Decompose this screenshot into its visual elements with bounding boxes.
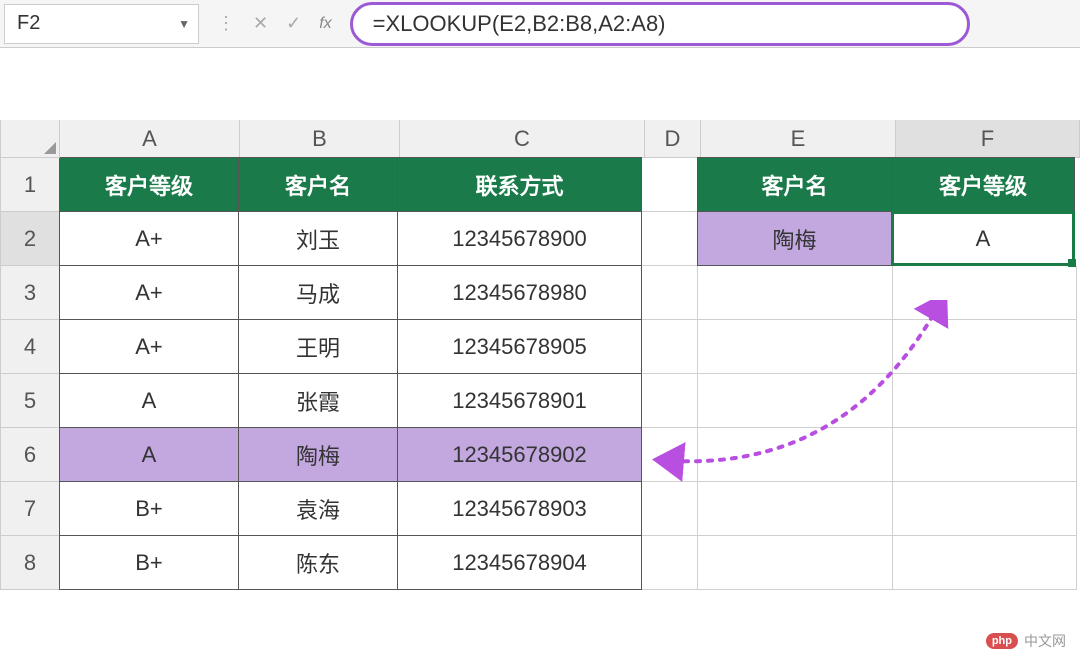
cell-D2[interactable]	[642, 212, 698, 266]
cell-E5[interactable]	[698, 374, 893, 428]
name-box[interactable]: F2 ▼	[4, 4, 199, 44]
fx-icon[interactable]: fx	[319, 15, 331, 33]
cell-A1[interactable]: 客户等级	[59, 157, 239, 212]
formula-bar: F2 ▼ ⋮ ✕ ✓ fx =XLOOKUP(E2,B2:B8,A2:A8)	[0, 0, 1080, 48]
cell-B4[interactable]: 王明	[238, 319, 398, 374]
cell-E2[interactable]: 陶梅	[697, 211, 892, 266]
cell-F6[interactable]	[893, 428, 1077, 482]
col-header-F[interactable]: F	[896, 120, 1080, 158]
cell-E3[interactable]	[698, 266, 893, 320]
cell-B7[interactable]: 袁海	[238, 481, 398, 536]
cell-B5[interactable]: 张霞	[238, 373, 398, 428]
cell-B6[interactable]: 陶梅	[238, 427, 398, 482]
cell-D1[interactable]	[642, 158, 698, 212]
cell-F1[interactable]: 客户等级	[891, 157, 1075, 212]
cell-E7[interactable]	[698, 482, 893, 536]
table-row: 3 A+ 马成 12345678980	[0, 266, 1080, 320]
cell-F2[interactable]: A	[891, 211, 1075, 266]
cell-D4[interactable]	[642, 320, 698, 374]
cell-A4[interactable]: A+	[59, 319, 239, 374]
cell-E1[interactable]: 客户名	[697, 157, 892, 212]
dropdown-icon[interactable]: ▼	[178, 17, 190, 31]
col-header-D[interactable]: D	[645, 120, 701, 158]
col-header-A[interactable]: A	[60, 120, 240, 158]
cell-E4[interactable]	[698, 320, 893, 374]
cell-C2[interactable]: 12345678900	[397, 211, 642, 266]
cell-B8[interactable]: 陈东	[238, 535, 398, 590]
cell-C3[interactable]: 12345678980	[397, 265, 642, 320]
row-header-1[interactable]: 1	[0, 158, 60, 212]
cell-C8[interactable]: 12345678904	[397, 535, 642, 590]
col-header-B[interactable]: B	[240, 120, 400, 158]
table-row: 5 A 张霞 12345678901	[0, 374, 1080, 428]
table-row: 6 A 陶梅 12345678902	[0, 428, 1080, 482]
divider-icon: ⋮	[217, 13, 235, 34]
cell-A3[interactable]: A+	[59, 265, 239, 320]
col-header-C[interactable]: C	[400, 120, 645, 158]
cell-D3[interactable]	[642, 266, 698, 320]
cell-C4[interactable]: 12345678905	[397, 319, 642, 374]
cell-F7[interactable]	[893, 482, 1077, 536]
cell-A5[interactable]: A	[59, 373, 239, 428]
watermark-text: 中文网	[1024, 631, 1066, 651]
cell-D5[interactable]	[642, 374, 698, 428]
row-header-7[interactable]: 7	[0, 482, 60, 536]
formula-text: =XLOOKUP(E2,B2:B8,A2:A8)	[373, 11, 666, 37]
cell-D7[interactable]	[642, 482, 698, 536]
cell-B3[interactable]: 马成	[238, 265, 398, 320]
spreadsheet-grid: A B C D E F 1 客户等级 客户名 联系方式 客户名 客户等级 2 A…	[0, 120, 1080, 590]
column-headers: A B C D E F	[0, 120, 1080, 158]
cell-F8[interactable]	[893, 536, 1077, 590]
cell-F3[interactable]	[893, 266, 1077, 320]
row-header-3[interactable]: 3	[0, 266, 60, 320]
cell-C6[interactable]: 12345678902	[397, 427, 642, 482]
cell-C5[interactable]: 12345678901	[397, 373, 642, 428]
cell-D8[interactable]	[642, 536, 698, 590]
cell-A6[interactable]: A	[59, 427, 239, 482]
confirm-icon[interactable]: ✓	[286, 13, 301, 34]
cell-E6[interactable]	[698, 428, 893, 482]
cell-D6[interactable]	[642, 428, 698, 482]
cell-A7[interactable]: B+	[59, 481, 239, 536]
row-header-4[interactable]: 4	[0, 320, 60, 374]
watermark: php 中文网	[986, 631, 1066, 651]
cell-B1[interactable]: 客户名	[238, 157, 398, 212]
cell-B2[interactable]: 刘玉	[238, 211, 398, 266]
name-box-value: F2	[17, 12, 178, 35]
table-row: 7 B+ 袁海 12345678903	[0, 482, 1080, 536]
table-row: 8 B+ 陈东 12345678904	[0, 536, 1080, 590]
table-row: 1 客户等级 客户名 联系方式 客户名 客户等级	[0, 158, 1080, 212]
cell-A2[interactable]: A+	[59, 211, 239, 266]
watermark-logo: php	[986, 633, 1018, 649]
select-all-corner[interactable]	[0, 120, 60, 158]
row-header-2[interactable]: 2	[0, 212, 60, 266]
formula-input[interactable]: =XLOOKUP(E2,B2:B8,A2:A8)	[350, 2, 970, 46]
cancel-icon[interactable]: ✕	[253, 13, 268, 34]
cell-C7[interactable]: 12345678903	[397, 481, 642, 536]
cell-E8[interactable]	[698, 536, 893, 590]
row-header-8[interactable]: 8	[0, 536, 60, 590]
cell-F5[interactable]	[893, 374, 1077, 428]
row-header-6[interactable]: 6	[0, 428, 60, 482]
table-row: 4 A+ 王明 12345678905	[0, 320, 1080, 374]
cell-F4[interactable]	[893, 320, 1077, 374]
col-header-E[interactable]: E	[701, 120, 896, 158]
formula-controls: ⋮ ✕ ✓ fx	[203, 13, 346, 34]
table-row: 2 A+ 刘玉 12345678900 陶梅 A	[0, 212, 1080, 266]
cell-C1[interactable]: 联系方式	[397, 157, 642, 212]
row-header-5[interactable]: 5	[0, 374, 60, 428]
cell-A8[interactable]: B+	[59, 535, 239, 590]
